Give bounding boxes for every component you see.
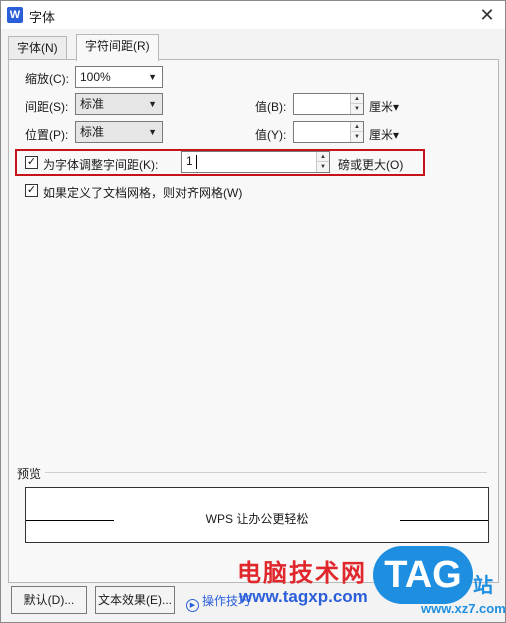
watermark-site-name: 电脑技术网 [237, 560, 367, 587]
spin-up-icon[interactable]: ▲ [317, 152, 329, 162]
dialog-title: 字体 [29, 10, 56, 25]
kerning-spinner[interactable]: 1 ▲ ▼ [181, 151, 330, 173]
watermark-xz-url: www.xz7.com [421, 601, 506, 616]
title-bar: W 字体 ✕ [1, 1, 505, 29]
preview-label: 预览 [17, 467, 42, 481]
position-unit-dropdown[interactable]: 厘米▾ [369, 126, 399, 143]
spacing-amount-spinner[interactable]: ▲ ▼ [293, 93, 364, 115]
position-amount-label: 值(Y): [255, 128, 287, 142]
grid-snap-checkbox[interactable]: ✓ [25, 184, 38, 197]
text-effects-button[interactable]: 文本效果(E)... [95, 586, 175, 614]
play-icon: ▶ [186, 599, 199, 612]
chevron-down-icon: ▼ [148, 99, 157, 109]
spin-down-icon[interactable]: ▼ [351, 104, 363, 114]
watermark-url: www.tagxp.com [239, 587, 368, 606]
scale-value: 100% [80, 70, 111, 84]
chevron-down-icon: ▼ [148, 127, 157, 137]
spacing-select[interactable]: 标准 ▼ [75, 93, 163, 115]
spinner-buttons: ▲ ▼ [350, 94, 363, 114]
text-caret [196, 155, 197, 169]
watermark-tag-badge: TAG [373, 546, 473, 604]
default-button[interactable]: 默认(D)... [11, 586, 87, 614]
close-icon[interactable]: ✕ [475, 3, 499, 27]
spin-down-icon[interactable]: ▼ [317, 162, 329, 172]
preview-divider [45, 472, 487, 473]
spinner-buttons: ▲ ▼ [350, 122, 363, 142]
spacing-value: 标准 [80, 97, 105, 111]
kerning-suffix: 磅或更大(O) [338, 158, 404, 172]
kerning-label: 为字体调整字间距(K): [43, 158, 159, 172]
kerning-checkbox[interactable]: ✓ [25, 156, 38, 169]
font-dialog: W 字体 ✕ 字体(N) 字符间距(R) 缩放(C): 100% ▼ 间距(S)… [0, 0, 506, 623]
spacing-amount-label: 值(B): [255, 100, 287, 114]
spin-up-icon[interactable]: ▲ [351, 122, 363, 132]
spacing-label: 间距(S): [25, 100, 69, 114]
preview-baseline-right [400, 520, 488, 521]
kerning-value: 1 [186, 154, 193, 168]
spin-down-icon[interactable]: ▼ [351, 132, 363, 142]
preview-sample-text: WPS 让办公更轻松 [205, 512, 309, 526]
spin-up-icon[interactable]: ▲ [351, 94, 363, 104]
position-select[interactable]: 标准 ▼ [75, 121, 163, 143]
position-label: 位置(P): [25, 128, 69, 142]
spinner-buttons: ▲ ▼ [316, 152, 329, 172]
tab-font[interactable]: 字体(N) [8, 36, 67, 60]
scale-label: 缩放(C): [25, 72, 69, 86]
preview-box: WPS 让办公更轻松 [25, 487, 489, 543]
watermark-zhan: 站 [473, 575, 493, 597]
chevron-down-icon: ▼ [148, 72, 157, 82]
wps-writer-icon: W [7, 7, 23, 23]
scale-combo[interactable]: 100% ▼ [75, 66, 163, 88]
grid-snap-label: 如果定义了文档网格，则对齐网格(W) [43, 186, 243, 200]
position-value: 标准 [80, 125, 105, 139]
spacing-unit-dropdown[interactable]: 厘米▾ [369, 98, 399, 115]
position-amount-spinner[interactable]: ▲ ▼ [293, 121, 364, 143]
tab-character-spacing[interactable]: 字符间距(R) [76, 34, 159, 61]
